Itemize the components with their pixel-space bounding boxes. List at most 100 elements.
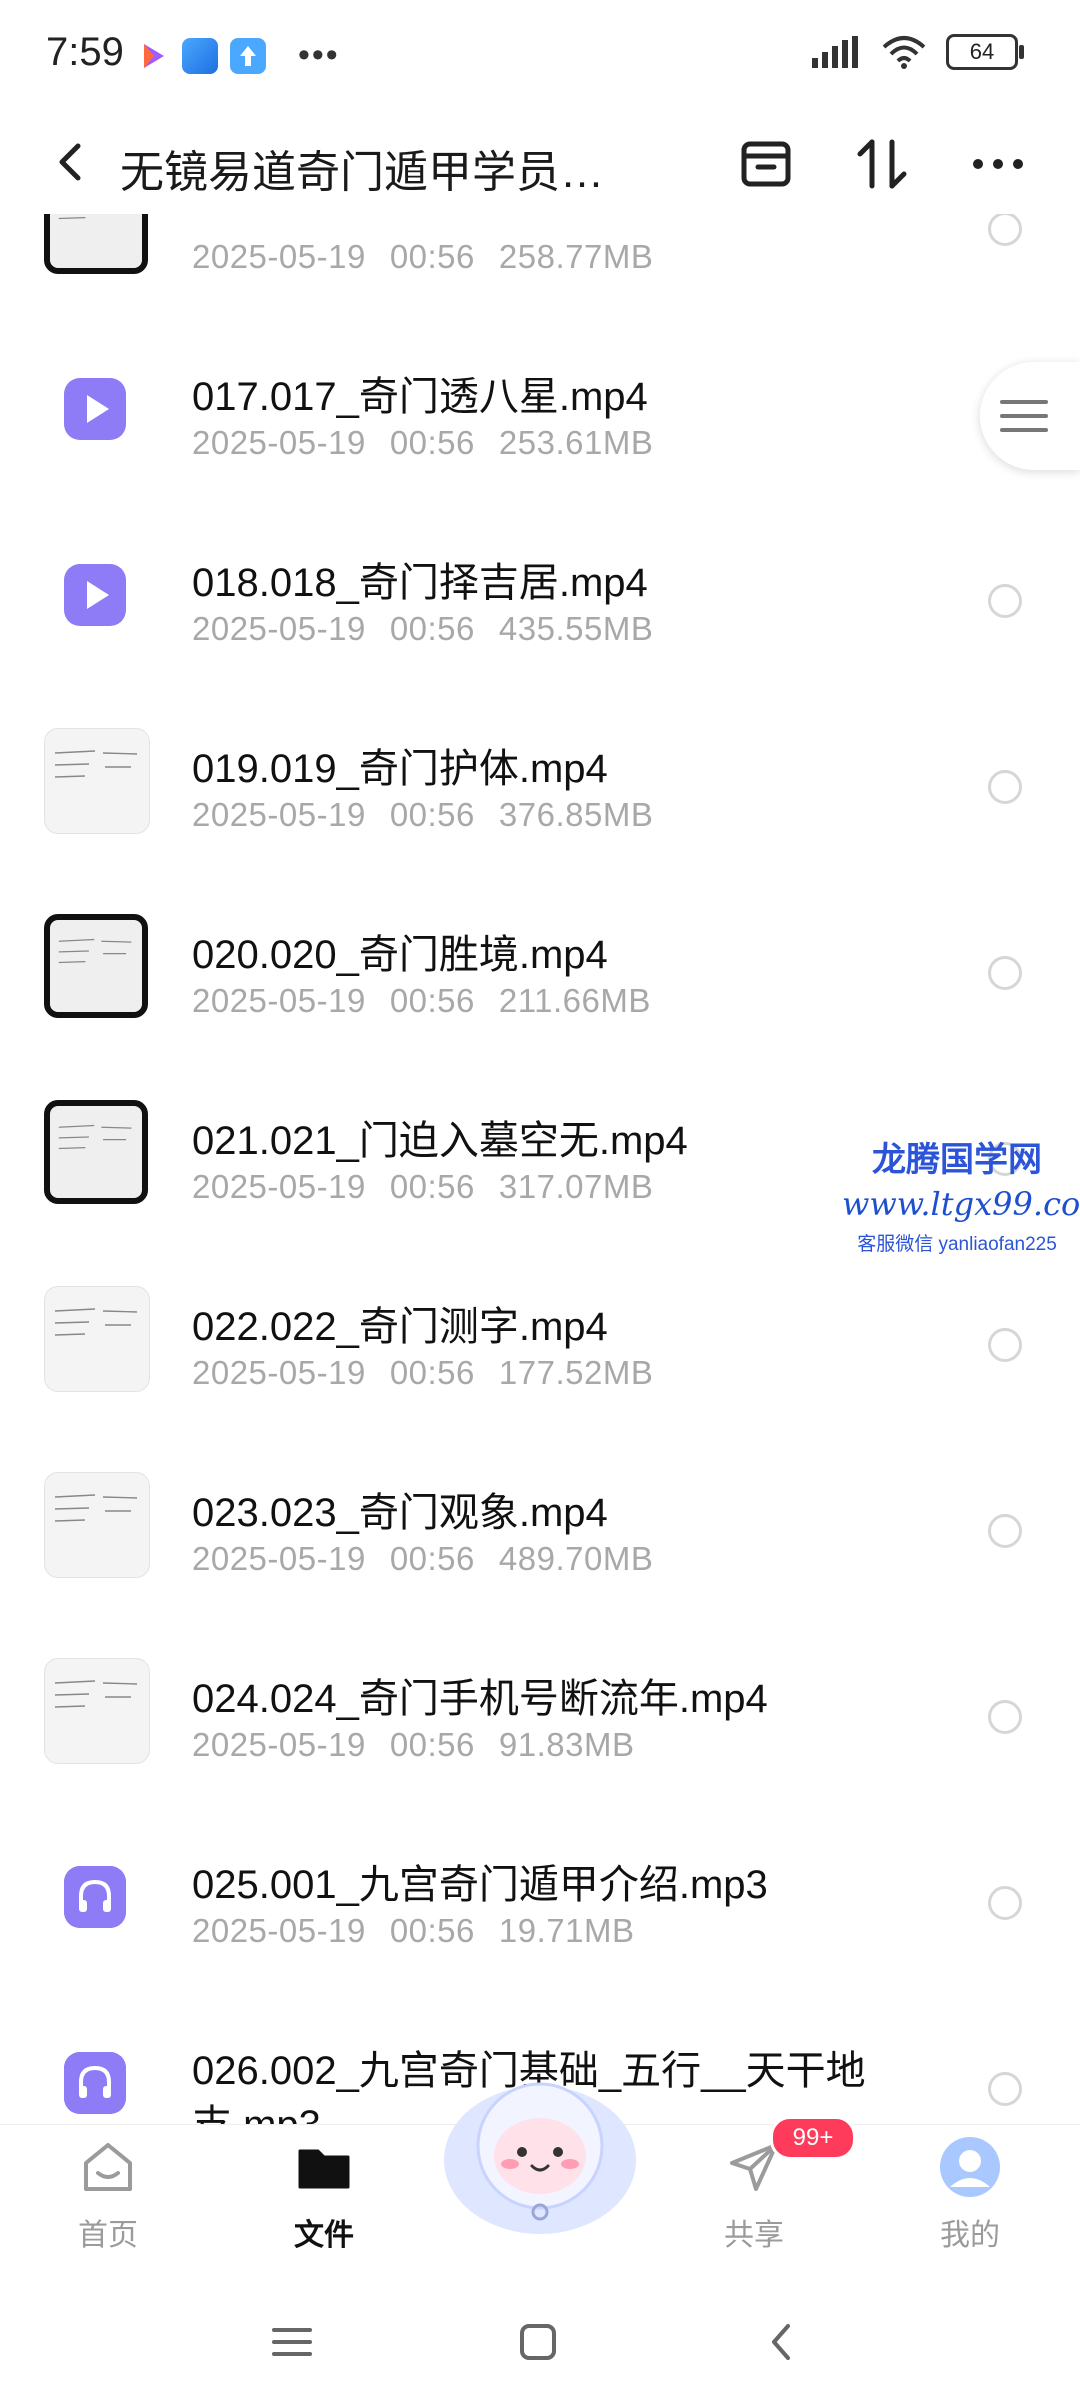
file-meta: 2025-05-19 00:56 253.61MB [192,424,677,462]
file-row[interactable]: 018.018_奇门择吉居.mp4 2025-05-19 00:56 435.55MB [0,502,1080,688]
file-row[interactable]: 025.001_九宫奇门遁甲介绍.mp3 2025-05-19 00:56 19.71… [0,1804,1080,1990]
file-name: 019.019_奇门护体.mp4 [192,747,608,791]
nav-files-label: 文件 [294,2219,354,2252]
select-checkbox[interactable] [988,2072,1022,2106]
file-row[interactable]: 017.017_奇门透八星.mp4 2025-05-19 00:56 253.61MB [0,316,1080,502]
file-name: 017.017_奇门透八星.mp4 [192,375,648,419]
file-name: 022.022_奇门测字.mp4 [192,1305,608,1349]
select-checkbox[interactable] [988,1514,1022,1548]
file-date: 2025-05-19 [192,238,366,275]
file-date: 2025-05-19 [192,982,366,1019]
watermark: 龙腾国学网 www.ltgx99.com 客服微信 yanliaofan225 [842,1132,1080,1256]
watermark-title: 龙腾国学网 [872,1140,1042,1180]
watermark-contact: 客服微信 yanliaofan225 [857,1234,1057,1255]
file-size: 435.55MB [498,610,654,647]
share-badge: 99+ [770,2116,856,2160]
video-thumbnail [44,1658,150,1764]
nav-share-label: 共享 [724,2219,784,2252]
signal-icon [812,36,858,68]
avatar-icon [940,2137,1000,2197]
file-name: 018.018_奇门择吉居.mp4 [192,561,648,605]
file-meta: 2025-05-19 00:56 177.52MB [192,1354,677,1392]
file-size: 177.52MB [498,1354,654,1391]
select-checkbox[interactable] [988,956,1022,990]
file-meta: 2025-05-19 00:56 489.70MB [192,1540,677,1578]
video-thumbnail [44,214,148,274]
home-button-icon[interactable] [508,2312,568,2372]
sort-icon[interactable] [852,134,912,194]
select-checkbox[interactable] [988,584,1022,618]
cloud-app-icon [182,37,218,74]
file-size: 258.77MB [498,238,654,275]
file-time: 00:56 [389,1540,475,1577]
back-button-icon[interactable] [752,2312,812,2372]
file-meta: 2025-05-19 00:56 19.71MB [192,1912,659,1950]
side-menu-tab[interactable] [980,362,1080,470]
select-checkbox[interactable] [988,1328,1022,1362]
notification-icons: ••• [134,36,340,75]
file-size: 211.66MB [498,982,651,1019]
file-meta: 2025-05-19 00:56 435.55MB [192,610,677,648]
file-date: 2025-05-19 [192,424,366,461]
archive-icon[interactable] [736,134,796,194]
file-time: 00:56 [389,1168,475,1205]
file-row[interactable]: 2025-05-19 00:56 258.77MB [0,214,1080,316]
file-row[interactable]: 024.024_奇门手机号断流年.mp4 2025-05-19 00:56 91.83… [0,1618,1080,1804]
nav-me[interactable]: 我的 [900,2135,1040,2254]
file-date: 2025-05-19 [192,1354,366,1391]
file-size: 91.83MB [498,1726,635,1763]
file-size: 253.61MB [498,424,654,461]
battery-indicator: 64 [946,34,1024,70]
audio-file-icon [64,1866,126,1928]
file-meta: 2025-05-19 00:56 91.83MB [192,1726,659,1764]
video-thumbnail [44,914,148,1018]
file-time: 00:56 [389,796,475,833]
file-date: 2025-05-19 [192,1726,366,1763]
nav-home-label: 首页 [78,2219,138,2252]
recent-apps-icon[interactable] [262,2312,322,2372]
file-meta: 2025-05-19 00:56 376.85MB [192,796,677,834]
file-row[interactable]: 023.023_奇门观象.mp4 2025-05-19 00:56 489.70MB [0,1432,1080,1618]
file-time: 00:56 [389,982,475,1019]
nav-home[interactable]: 首页 [38,2135,178,2254]
file-time: 00:56 [389,1726,475,1763]
watermark-url: www.ltgx99.com [842,1185,1080,1223]
file-row[interactable]: 022.022_奇门测字.mp4 2025-05-19 00:56 177.52MB [0,1246,1080,1432]
file-time: 00:56 [389,238,475,275]
upload-icon [230,37,266,74]
file-size: 19.71MB [498,1912,635,1949]
back-arrow-icon[interactable] [42,132,102,192]
file-meta: 2025-05-19 00:56 258.77MB [192,238,677,276]
file-size: 489.70MB [498,1540,654,1577]
nav-me-label: 我的 [940,2219,1000,2252]
file-size: 317.07MB [498,1168,654,1205]
video-thumbnail [44,1286,150,1392]
file-name: 020.020_奇门胜境.mp4 [192,933,608,977]
video-thumbnail [44,1100,148,1204]
video-app-icon [134,37,170,74]
system-nav-bar [0,2270,1080,2400]
select-checkbox[interactable] [988,1700,1022,1734]
select-checkbox[interactable] [988,770,1022,804]
file-row[interactable]: 020.020_奇门胜境.mp4 2025-05-19 00:56 211.66MB [0,874,1080,1060]
mascot-assistant-icon[interactable] [438,2060,642,2240]
video-thumbnail [44,1472,150,1578]
file-size: 376.85MB [498,796,654,833]
file-meta: 2025-05-19 00:56 317.07MB [192,1168,677,1206]
more-options-icon[interactable] [968,134,1028,194]
file-name-line2: 支.mp3 [192,2092,321,2124]
video-file-icon [64,564,126,626]
audio-file-icon [64,2052,126,2114]
file-meta: 2025-05-19 00:56 211.66MB [192,982,675,1020]
wifi-icon [882,36,926,69]
file-time: 00:56 [389,1912,475,1949]
home-icon [84,2143,132,2191]
video-thumbnail [44,728,150,834]
file-date: 2025-05-19 [192,796,366,833]
select-checkbox[interactable] [988,214,1022,246]
hamburger-menu-icon [1000,400,1048,432]
file-row[interactable]: 019.019_奇门护体.mp4 2025-05-19 00:56 376.85MB [0,688,1080,874]
select-checkbox[interactable] [988,1886,1022,1920]
nav-files[interactable]: 文件 [254,2135,394,2254]
file-time: 00:56 [389,610,475,647]
